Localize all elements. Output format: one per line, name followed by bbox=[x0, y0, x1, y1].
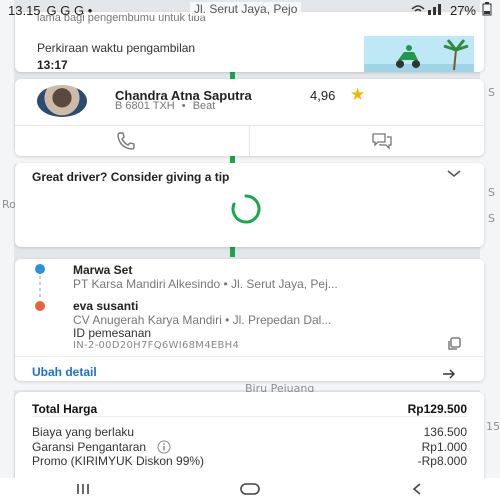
fee-value: -Rp8.000 bbox=[417, 454, 467, 468]
info-icon[interactable] bbox=[157, 440, 171, 454]
fee-row: Garansi Pengantaran Rp1.000 bbox=[32, 440, 467, 454]
driver-avatar bbox=[37, 85, 87, 117]
clock: 13.15 bbox=[8, 2, 41, 18]
map-label: Ro bbox=[2, 198, 16, 211]
fee-row: Promo (KIRIMYUK Diskon 99%) -Rp8.000 bbox=[32, 454, 467, 468]
tip-prompt: Great driver? Consider giving a tip bbox=[32, 170, 230, 184]
vehicle-model: Beat bbox=[192, 100, 216, 112]
route-details-card: Marwa Set PT Karsa Mandiri Alkesindo • J… bbox=[15, 259, 484, 381]
separator: • bbox=[181, 100, 186, 112]
route-connector bbox=[39, 276, 41, 298]
fee-label: Promo (KIRIMYUK Diskon 99%) bbox=[32, 454, 205, 468]
map-label: 15 bbox=[486, 420, 500, 433]
loading-spinner bbox=[229, 192, 263, 226]
notification-icons: G G G • bbox=[46, 2, 93, 18]
recents-icon[interactable] bbox=[68, 481, 98, 497]
sender-name: Marwa Set bbox=[73, 263, 133, 277]
fee-value: Rp1.000 bbox=[421, 440, 467, 454]
divider bbox=[32, 416, 467, 417]
sender-address: PT Karsa Mandiri Alkesindo • Jl. Serut J… bbox=[73, 277, 338, 291]
fee-label: Garansi Pengantaran bbox=[32, 440, 147, 454]
star-icon: ★ bbox=[350, 85, 366, 104]
home-icon[interactable] bbox=[235, 481, 265, 497]
total-price-label: Total Harga bbox=[32, 402, 98, 416]
battery-level: 27% bbox=[449, 2, 476, 18]
chat-icon bbox=[372, 133, 392, 150]
arrow-right-icon[interactable] bbox=[442, 366, 456, 379]
battery-icon bbox=[482, 1, 492, 19]
chat-button[interactable] bbox=[370, 131, 394, 151]
copy-icon[interactable] bbox=[446, 336, 462, 352]
status-bar: 13.15 G G G • Jl. Serut Jaya, Pejo 27% bbox=[0, 0, 500, 20]
divider bbox=[15, 356, 484, 357]
plate-number: B 6801 TXH bbox=[115, 100, 175, 112]
fee-row: Biaya yang berlaku 136.500 bbox=[32, 425, 467, 439]
location-snippet: Jl. Serut Jaya, Pejo bbox=[190, 2, 302, 16]
call-button[interactable] bbox=[115, 131, 137, 151]
scooter-illustration bbox=[364, 36, 474, 72]
pickup-estimate-label: Perkiraan waktu pengambilan bbox=[37, 41, 196, 55]
driver-card: Chandra Atna Saputra 4,96 ★ B 6801 TXH •… bbox=[15, 79, 484, 156]
map-label: S bbox=[488, 86, 495, 99]
vehicle-info: B 6801 TXH • Beat bbox=[115, 100, 215, 112]
signal-icon bbox=[410, 3, 444, 18]
total-price-row: Total Harga Rp129.500 bbox=[32, 402, 467, 416]
tip-card[interactable]: Great driver? Consider giving a tip bbox=[15, 163, 484, 247]
back-icon[interactable] bbox=[402, 481, 432, 497]
pickup-estimate-time: 13:17 bbox=[37, 58, 68, 72]
pickup-estimate-card: lama bagi pengembumu untuk tiba Perkiraa… bbox=[15, 12, 484, 72]
total-price-value: Rp129.500 bbox=[407, 402, 467, 416]
fee-value: 136.500 bbox=[423, 425, 467, 439]
driver-rating: 4,96 bbox=[310, 88, 336, 103]
pickup-dot bbox=[35, 264, 45, 274]
order-id-label: ID pemesanan bbox=[73, 326, 152, 340]
dropoff-dot bbox=[35, 301, 45, 311]
fee-label: Biaya yang berlaku bbox=[32, 425, 135, 439]
fee-label-wrapper: Garansi Pengantaran bbox=[32, 440, 171, 454]
system-nav-bar bbox=[0, 478, 500, 500]
chevron-down-icon[interactable] bbox=[446, 167, 462, 181]
price-card: Total Harga Rp129.500 Biaya yang berlaku… bbox=[15, 392, 484, 478]
recipient-name: eva susanti bbox=[73, 299, 139, 313]
map-label: S bbox=[488, 212, 495, 225]
edit-details-link[interactable]: Ubah detail bbox=[32, 365, 97, 379]
recipient-address: CV Anugerah Karya Mandiri • Jl. Prepedan… bbox=[73, 313, 332, 327]
map-label: S bbox=[488, 186, 495, 199]
divider bbox=[249, 125, 250, 156]
order-id-value: IN-2-00D20H7FQ6WI68M4EBH4 bbox=[73, 340, 240, 351]
phone-icon bbox=[117, 132, 135, 150]
